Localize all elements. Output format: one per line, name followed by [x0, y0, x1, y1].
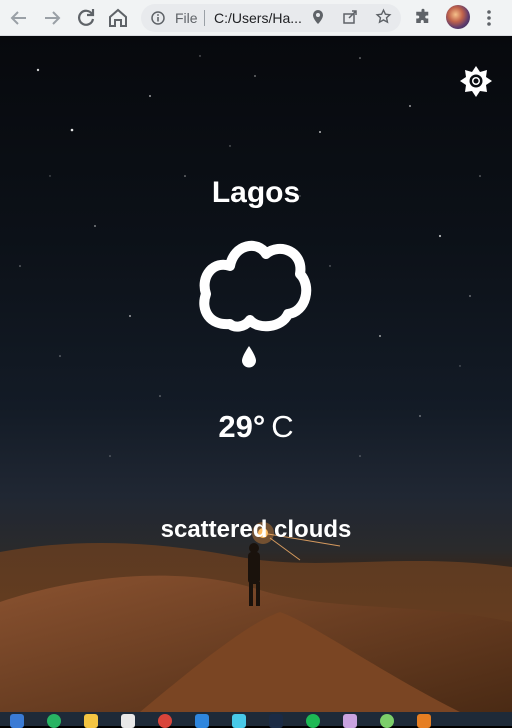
os-taskbar: [0, 712, 512, 728]
profile-avatar[interactable]: [446, 5, 470, 29]
location-pin-icon[interactable]: [311, 9, 325, 30]
reload-icon[interactable]: [74, 6, 98, 30]
address-bar[interactable]: File C:/Users/Ha...: [141, 4, 401, 32]
info-icon[interactable]: [151, 11, 165, 30]
city-name: Lagos: [211, 176, 301, 209]
forward-arrow-icon[interactable]: [40, 6, 64, 30]
divider: [204, 10, 205, 26]
weather-app: Lagos 29° C scattered clouds: [0, 36, 512, 712]
temperature-unit[interactable]: C: [271, 409, 293, 444]
url-text[interactable]: C:/Users/Ha...: [214, 10, 314, 26]
cloud-icon: [196, 236, 312, 341]
temperature-value: 29°: [218, 409, 266, 444]
extensions-puzzle-icon[interactable]: [414, 8, 432, 31]
settings-gear-icon[interactable]: [458, 64, 494, 100]
star-icon[interactable]: [375, 8, 392, 30]
temperature-display: 29° C: [0, 409, 512, 445]
share-icon[interactable]: [342, 9, 358, 30]
back-arrow-icon[interactable]: [7, 6, 31, 30]
raindrop-icon: [240, 345, 258, 374]
home-icon[interactable]: [106, 6, 130, 30]
weather-description: scattered clouds: [160, 516, 352, 543]
more-vert-icon[interactable]: [482, 9, 496, 32]
scheme-label: File: [175, 10, 198, 26]
browser-toolbar: File C:/Users/Ha...: [0, 0, 512, 36]
